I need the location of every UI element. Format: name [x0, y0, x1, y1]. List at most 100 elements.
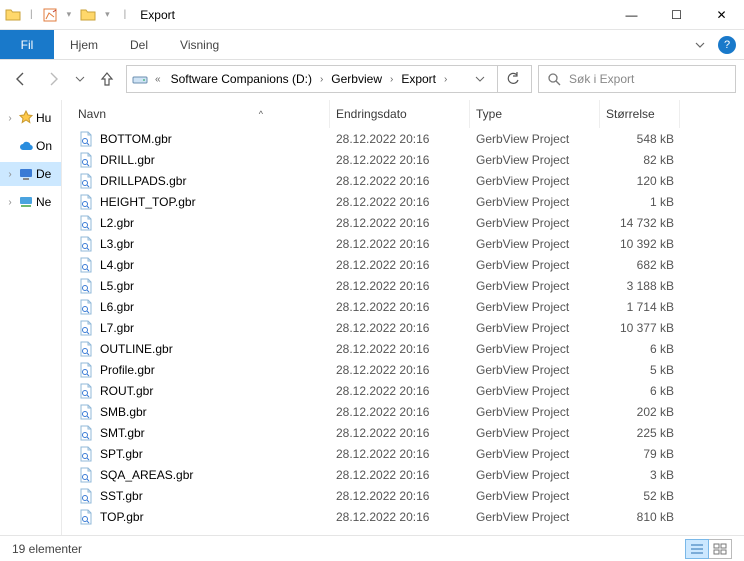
navigation-pane[interactable]: ›Hu On ›De ›Ne — [0, 100, 62, 535]
file-name: L5.gbr — [100, 279, 134, 293]
file-row[interactable]: SQA_AREAS.gbr28.12.2022 20:16GerbView Pr… — [62, 464, 744, 485]
breadcrumb[interactable]: Software Companions (D:) — [167, 72, 316, 86]
file-row[interactable]: TOP.gbr28.12.2022 20:16GerbView Project8… — [62, 506, 744, 527]
maximize-button[interactable]: ☐ — [654, 0, 699, 30]
folder-small-icon — [79, 6, 97, 24]
file-row[interactable]: HEIGHT_TOP.gbr28.12.2022 20:16GerbView P… — [62, 191, 744, 212]
breadcrumb[interactable]: Export — [397, 72, 440, 86]
file-size: 682 kB — [600, 258, 680, 272]
file-type: GerbView Project — [470, 426, 600, 440]
file-row[interactable]: BOTTOM.gbr28.12.2022 20:16GerbView Proje… — [62, 128, 744, 149]
file-type: GerbView Project — [470, 363, 600, 377]
up-button[interactable] — [94, 66, 120, 92]
address-bar[interactable]: « Software Companions (D:)›Gerbview›Expo… — [126, 65, 532, 93]
nav-item[interactable]: On — [0, 134, 61, 158]
column-header-type[interactable]: Type — [470, 100, 600, 128]
tab-visning[interactable]: Visning — [164, 30, 235, 59]
file-name: Profile.gbr — [100, 363, 155, 377]
chevron-right-icon[interactable]: › — [386, 74, 397, 85]
details-view-button[interactable] — [685, 539, 709, 559]
nav-item[interactable]: ›Ne — [0, 190, 61, 214]
file-row[interactable]: OUTLINE.gbr28.12.2022 20:16GerbView Proj… — [62, 338, 744, 359]
expand-caret-icon[interactable]: › — [4, 113, 16, 124]
file-date: 28.12.2022 20:16 — [330, 300, 470, 314]
file-name: OUTLINE.gbr — [100, 342, 173, 356]
file-row[interactable]: L5.gbr28.12.2022 20:16GerbView Project3 … — [62, 275, 744, 296]
file-name: SST.gbr — [100, 489, 143, 503]
back-button[interactable] — [8, 66, 34, 92]
file-date: 28.12.2022 20:16 — [330, 132, 470, 146]
file-type: GerbView Project — [470, 216, 600, 230]
file-icon — [78, 215, 94, 231]
chevron-right-icon[interactable]: › — [316, 74, 327, 85]
address-dropdown[interactable] — [465, 74, 495, 84]
expand-caret-icon[interactable]: › — [4, 169, 16, 180]
file-list[interactable]: Navn ^ Endringsdato Type Størrelse BOTTO… — [62, 100, 744, 535]
refresh-button[interactable] — [497, 66, 527, 92]
ribbon: Fil HjemDelVisning ? — [0, 30, 744, 60]
file-type: GerbView Project — [470, 321, 600, 335]
file-type: GerbView Project — [470, 342, 600, 356]
file-date: 28.12.2022 20:16 — [330, 321, 470, 335]
qat-dropdown-2[interactable]: ▾ — [99, 9, 116, 20]
title-separator: | — [118, 9, 133, 20]
column-header-size[interactable]: Størrelse — [600, 100, 680, 128]
file-row[interactable]: SMB.gbr28.12.2022 20:16GerbView Project2… — [62, 401, 744, 422]
column-header-date[interactable]: Endringsdato — [330, 100, 470, 128]
file-size: 120 kB — [600, 174, 680, 188]
nav-item-icon — [18, 194, 34, 210]
item-count: 19 elementer — [12, 542, 82, 556]
column-header-name[interactable]: Navn ^ — [72, 100, 330, 128]
file-size: 1 kB — [600, 195, 680, 209]
file-row[interactable]: SMT.gbr28.12.2022 20:16GerbView Project2… — [62, 422, 744, 443]
file-row[interactable]: L7.gbr28.12.2022 20:16GerbView Project10… — [62, 317, 744, 338]
file-size: 225 kB — [600, 426, 680, 440]
file-row[interactable]: SST.gbr28.12.2022 20:16GerbView Project5… — [62, 485, 744, 506]
file-row[interactable]: ROUT.gbr28.12.2022 20:16GerbView Project… — [62, 380, 744, 401]
file-type: GerbView Project — [470, 258, 600, 272]
breadcrumb[interactable]: Gerbview — [327, 72, 386, 86]
file-row[interactable]: L4.gbr28.12.2022 20:16GerbView Project68… — [62, 254, 744, 275]
file-row[interactable]: DRILLPADS.gbr28.12.2022 20:16GerbView Pr… — [62, 170, 744, 191]
file-name: BOTTOM.gbr — [100, 132, 172, 146]
file-size: 3 188 kB — [600, 279, 680, 293]
file-name: SMT.gbr — [100, 426, 145, 440]
close-button[interactable]: ✕ — [699, 0, 744, 30]
file-type: GerbView Project — [470, 384, 600, 398]
file-size: 10 392 kB — [600, 237, 680, 251]
expand-caret-icon[interactable]: › — [4, 197, 16, 208]
forward-button[interactable] — [40, 66, 66, 92]
nav-item[interactable]: ›De — [0, 162, 61, 186]
file-row[interactable]: L6.gbr28.12.2022 20:16GerbView Project1 … — [62, 296, 744, 317]
breadcrumb-overflow[interactable]: « — [151, 74, 165, 85]
file-date: 28.12.2022 20:16 — [330, 447, 470, 461]
minimize-button[interactable]: — — [609, 0, 654, 30]
file-date: 28.12.2022 20:16 — [330, 363, 470, 377]
file-size: 14 732 kB — [600, 216, 680, 230]
search-input[interactable] — [569, 72, 727, 86]
drive-icon — [131, 71, 149, 87]
file-row[interactable]: Profile.gbr 28.12.2022 20:16GerbView Proj… — [62, 359, 744, 380]
file-row[interactable]: DRILL.gbr28.12.2022 20:16GerbView Projec… — [62, 149, 744, 170]
nav-item[interactable]: ›Hu — [0, 106, 61, 130]
qat-dropdown[interactable]: ▾ — [61, 9, 78, 20]
properties-icon[interactable] — [41, 6, 59, 24]
file-icon — [78, 446, 94, 462]
search-box[interactable] — [538, 65, 736, 93]
tab-del[interactable]: Del — [114, 30, 164, 59]
file-row[interactable]: L2.gbr28.12.2022 20:16GerbView Project14… — [62, 212, 744, 233]
file-size: 52 kB — [600, 489, 680, 503]
file-date: 28.12.2022 20:16 — [330, 195, 470, 209]
file-row[interactable]: L3.gbr28.12.2022 20:16GerbView Project10… — [62, 233, 744, 254]
file-row[interactable]: SPT.gbr28.12.2022 20:16GerbView Project7… — [62, 443, 744, 464]
tab-hjem[interactable]: Hjem — [54, 30, 114, 59]
file-size: 548 kB — [600, 132, 680, 146]
recent-locations-button[interactable] — [72, 66, 88, 92]
help-button[interactable]: ? — [718, 36, 736, 54]
ribbon-expand-icon[interactable] — [686, 30, 714, 59]
file-name: L4.gbr — [100, 258, 134, 272]
tab-file[interactable]: Fil — [0, 30, 54, 59]
thumbnails-view-button[interactable] — [708, 539, 732, 559]
chevron-right-icon[interactable]: › — [440, 74, 451, 85]
file-icon — [78, 509, 94, 525]
